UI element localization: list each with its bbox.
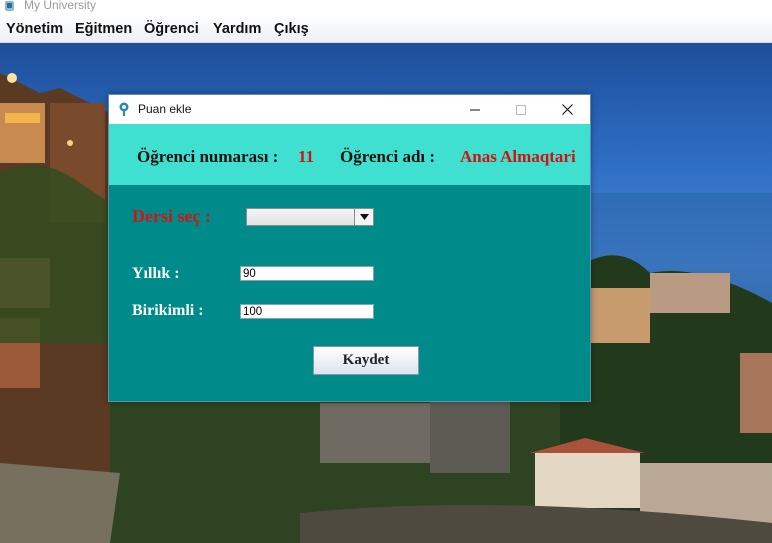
save-button[interactable]: Kaydet [313, 346, 419, 375]
student-name-value: Anas Almaqtari [460, 147, 576, 166]
student-name-label: Öğrenci adı : [340, 147, 436, 166]
menu-bar: Yönetim Eğitmen Öğrenci Yardım Çıkış [0, 14, 772, 43]
minimize-button[interactable] [452, 95, 498, 124]
dialog-title: Puan ekle [138, 102, 192, 116]
add-grade-dialog: Puan ekle Öğrenci numarası : 11 Öğrenci … [108, 94, 591, 402]
app-icon [5, 1, 14, 11]
menu-yardim[interactable]: Yardım [213, 21, 261, 37]
student-number-label: Öğrenci numarası : [137, 147, 279, 166]
app-icon [119, 102, 129, 116]
maximize-button[interactable] [498, 95, 544, 124]
maximize-icon [516, 104, 526, 115]
menu-yonetim[interactable]: Yönetim [6, 21, 63, 37]
birikimli-input[interactable] [240, 304, 374, 319]
minimize-icon [470, 109, 480, 110]
close-button[interactable] [544, 95, 590, 124]
menu-ogrenci[interactable]: Öğrenci [144, 21, 199, 37]
app-title: My University [24, 0, 97, 12]
dropdown-arrow-button[interactable] [354, 209, 373, 225]
yillik-input[interactable] [240, 266, 374, 281]
close-icon [561, 104, 573, 115]
birikimli-label: Birikimli : [132, 302, 204, 319]
yillik-label: Yıllık : [132, 265, 180, 282]
menu-egitmen[interactable]: Eğitmen [75, 21, 132, 37]
menu-cikis[interactable]: Çıkış [274, 21, 309, 37]
chevron-down-icon [359, 214, 369, 220]
dialog-titlebar: Puan ekle [109, 95, 590, 124]
student-number-value: 11 [298, 147, 315, 166]
student-info-band: Öğrenci numarası : 11 Öğrenci adı : Anas… [109, 124, 590, 185]
course-select-label: Dersi seç : [132, 206, 211, 226]
course-combobox[interactable] [246, 208, 374, 226]
app-titlebar: My University [0, 0, 772, 14]
